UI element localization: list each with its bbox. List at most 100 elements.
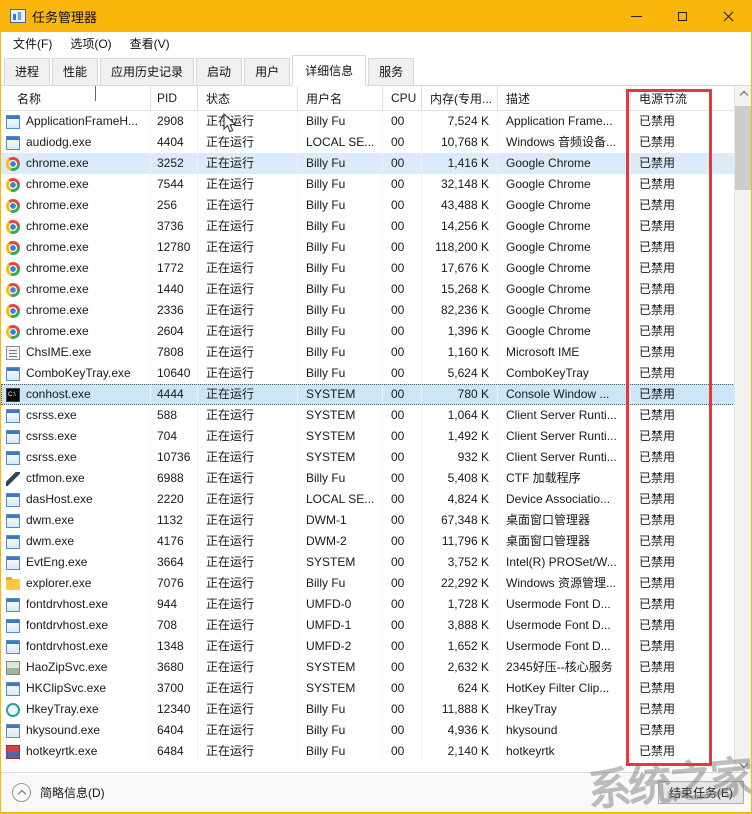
- pid-cell: 2604: [151, 321, 198, 342]
- table-row[interactable]: hotkeyrtk.exe 6484 正在运行 Billy Fu 00 2,140 Kho…: [1, 741, 751, 762]
- tab-processes[interactable]: 进程: [4, 58, 51, 85]
- status-cell: 正在运行: [198, 741, 298, 762]
- menu-view[interactable]: 查看(V): [121, 33, 179, 54]
- table-row[interactable]: dwm.exe 4176 正在运行 DWM-2 00 11,796 K 桌面窗口管理器 已禁用: [1, 531, 751, 552]
- hotkeyrtk-icon: [6, 744, 20, 759]
- table-row[interactable]: EvtEng.exe 3664 正在运行 SYSTEM 00 3,752 K Intel(R…: [1, 552, 751, 573]
- table-row[interactable]: csrss.exe 10736 正在运行 SYSTEM 00 932 K Client Se…: [1, 447, 751, 468]
- status-cell: 正在运行: [198, 237, 298, 258]
- table-row[interactable]: audiodg.exe 4404 正在运行 LOCAL SE... 00 10,768 K…: [1, 132, 751, 153]
- table-row[interactable]: ctfmon.exe 6988 正在运行 Billy Fu 00 5,408 K CTF 加…: [1, 468, 751, 489]
- maximize-button[interactable]: [659, 0, 705, 32]
- table-row[interactable]: chrome.exe 1440 正在运行 Billy Fu 00 15,268 K Goog…: [1, 279, 751, 300]
- process-name-cell: dasHost.exe: [1, 489, 151, 510]
- pid-cell: 6484: [151, 741, 198, 762]
- tab-app-history[interactable]: 应用历史记录: [100, 58, 195, 85]
- table-row[interactable]: fontdrvhost.exe 1348 正在运行 UMFD-2 00 1,652 K Us…: [1, 636, 751, 657]
- memory-cell: 2,140 K: [422, 741, 498, 762]
- column-header-mem[interactable]: 内存(专用...: [422, 86, 498, 110]
- power-throttling-cell: 已禁用: [639, 177, 676, 191]
- column-header-name[interactable]: 名称: [1, 86, 151, 110]
- cpu-cell: 00: [383, 405, 422, 426]
- memory-cell: 5,408 K: [422, 468, 498, 489]
- table-row[interactable]: HaoZipSvc.exe 3680 正在运行 SYSTEM 00 2,632 K 2345…: [1, 657, 751, 678]
- process-name-cell: hotkeyrtk.exe: [1, 741, 151, 762]
- table-row[interactable]: chrome.exe 3252 正在运行 Billy Fu 00 1,416 K Googl…: [1, 153, 751, 174]
- table-row[interactable]: csrss.exe 704 正在运行 SYSTEM 00 1,492 K Client Se…: [1, 426, 751, 447]
- column-header-user[interactable]: 用户名: [298, 86, 383, 110]
- table-row[interactable]: chrome.exe 3736 正在运行 Billy Fu 00 14,256 K Goog…: [1, 216, 751, 237]
- process-name: fontdrvhost.exe: [26, 618, 109, 632]
- tab-users[interactable]: 用户: [244, 58, 291, 85]
- column-header-status[interactable]: 状态: [198, 86, 298, 110]
- table-row[interactable]: HKClipSvc.exe 3700 正在运行 SYSTEM 00 624 K HotKey…: [1, 678, 751, 699]
- app-window-icon: [6, 681, 20, 696]
- table-row[interactable]: fontdrvhost.exe 708 正在运行 UMFD-1 00 3,888 K Use…: [1, 615, 751, 636]
- fewer-details-label: 简略信息(D): [40, 786, 105, 800]
- process-name: chrome.exe: [26, 198, 89, 212]
- memory-cell: 1,396 K: [422, 321, 498, 342]
- table-row[interactable]: csrss.exe 588 正在运行 SYSTEM 00 1,064 K Client Se…: [1, 405, 751, 426]
- app-window-icon: [6, 450, 20, 465]
- cpu-cell: 00: [383, 699, 422, 720]
- power-throttling-cell: 已禁用: [639, 303, 676, 317]
- table-row[interactable]: chrome.exe 256 正在运行 Billy Fu 00 43,488 K Googl…: [1, 195, 751, 216]
- table-row[interactable]: chrome.exe 2604 正在运行 Billy Fu 00 1,396 K Googl…: [1, 321, 751, 342]
- memory-cell: 7,524 K: [422, 111, 498, 132]
- chevron-up-icon: [739, 90, 748, 99]
- menu-options[interactable]: 选项(O): [61, 33, 120, 54]
- column-header-pid[interactable]: PID: [151, 86, 198, 110]
- fewer-details-toggle[interactable]: 简略信息(D): [12, 783, 105, 802]
- tab-startup[interactable]: 启动: [196, 58, 243, 85]
- description-cell: Console Window ...: [498, 384, 631, 405]
- table-row[interactable]: dasHost.exe 2220 正在运行 LOCAL SE... 00 4,824 KD…: [1, 489, 751, 510]
- cpu-cell: 00: [383, 741, 422, 762]
- table-row[interactable]: chrome.exe 12780 正在运行 Billy Fu 00 118,200 K Go…: [1, 237, 751, 258]
- user-name-cell: Billy Fu: [298, 573, 383, 594]
- column-header-power[interactable]: 电源节流: [631, 86, 734, 110]
- minimize-button[interactable]: [613, 0, 659, 32]
- table-row[interactable]: HkeyTray.exe 12340 正在运行 Billy Fu 00 11,888 KH…: [1, 699, 751, 720]
- table-row[interactable]: chrome.exe 2336 正在运行 Billy Fu 00 82,236 K Goog…: [1, 300, 751, 321]
- power-throttling-cell: 已禁用: [639, 240, 676, 254]
- table-row[interactable]: ComboKeyTray.exe 10640 正在运行 Billy Fu 00 5,624…: [1, 363, 751, 384]
- end-task-button[interactable]: 结束任务(E): [658, 781, 744, 804]
- table-row[interactable]: chrome.exe 1772 正在运行 Billy Fu 00 17,676 K Goog…: [1, 258, 751, 279]
- status-cell: 正在运行: [198, 699, 298, 720]
- process-name-cell: audiodg.exe: [1, 132, 151, 153]
- table-row[interactable]: conhost.exe 4444正在运行SYSTEM00780 KConsole …: [1, 384, 751, 405]
- scrollbar-thumb[interactable]: [735, 106, 751, 190]
- column-header-desc[interactable]: 描述: [498, 86, 631, 110]
- haozip-icon: [6, 660, 20, 675]
- user-name-cell: SYSTEM: [298, 678, 383, 699]
- pen-icon: [6, 471, 20, 486]
- process-name: fontdrvhost.exe: [26, 639, 109, 653]
- memory-cell: 1,416 K: [422, 153, 498, 174]
- vertical-scrollbar[interactable]: [734, 86, 751, 772]
- table-row[interactable]: explorer.exe 7076 正在运行 Billy Fu 00 22,292 K Wi…: [1, 573, 751, 594]
- pid-cell: 1772: [151, 258, 198, 279]
- memory-cell: 2,632 K: [422, 657, 498, 678]
- table-row[interactable]: dwm.exe 1132 正在运行 DWM-1 00 67,348 K 桌面窗口管理器 已禁用: [1, 510, 751, 531]
- description-cell: Device Associatio...: [498, 489, 631, 510]
- scroll-down-button[interactable]: [735, 755, 751, 772]
- tab-services[interactable]: 服务: [368, 58, 415, 85]
- menu-file[interactable]: 文件(F): [4, 33, 61, 54]
- user-name-cell: Billy Fu: [298, 258, 383, 279]
- tab-details[interactable]: 详细信息: [292, 55, 367, 86]
- status-cell: 正在运行: [198, 552, 298, 573]
- table-row[interactable]: ChsIME.exe 7808 正在运行 Billy Fu 00 1,160 K Micro…: [1, 342, 751, 363]
- table-row[interactable]: hkysound.exe 6404 正在运行 Billy Fu 00 4,936 Khky…: [1, 720, 751, 741]
- column-header-cpu[interactable]: CPU: [383, 86, 422, 110]
- hkeytray-icon: [6, 702, 20, 717]
- chevron-up-icon: [17, 789, 26, 798]
- power-throttling-cell: 已禁用: [639, 366, 676, 380]
- app-window-icon: [6, 723, 20, 738]
- table-row[interactable]: chrome.exe 7544 正在运行 Billy Fu 00 32,148 K Goog…: [1, 174, 751, 195]
- table-row[interactable]: ApplicationFrameH... 2908 正在运行 Billy Fu 00 7,…: [1, 111, 751, 132]
- power-throttling-cell: 已禁用: [639, 702, 676, 716]
- table-row[interactable]: fontdrvhost.exe 944 正在运行 UMFD-0 00 1,728 K Use…: [1, 594, 751, 615]
- tab-performance[interactable]: 性能: [52, 58, 99, 85]
- close-button[interactable]: [705, 0, 751, 32]
- scroll-up-button[interactable]: [735, 86, 751, 103]
